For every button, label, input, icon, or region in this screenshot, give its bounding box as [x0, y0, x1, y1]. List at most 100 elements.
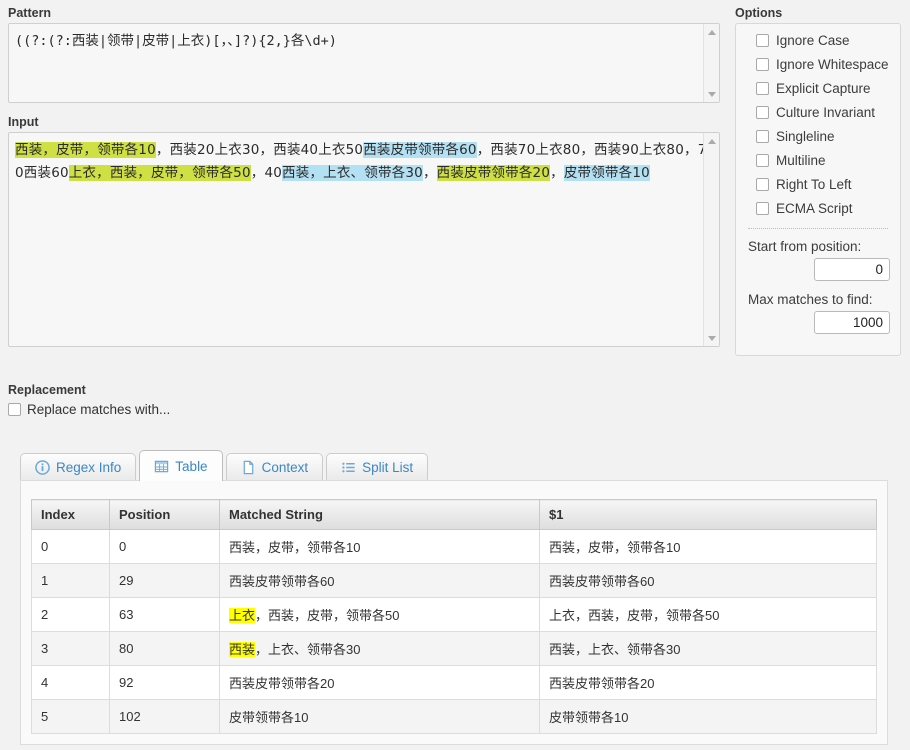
options-divider [748, 228, 888, 229]
cell-group1: 西装皮带领带各60 [539, 563, 877, 598]
table-row[interactable]: 5 102 皮带领带各10 皮带领带各10 [31, 699, 877, 734]
max-matches-input[interactable]: 1000 [814, 311, 890, 334]
matched-string-text: ，西装，皮带，领带各50 [255, 608, 400, 623]
tab-table[interactable]: Table [139, 450, 223, 481]
option-checkbox[interactable] [756, 178, 769, 191]
tab-label: Context [261, 460, 309, 475]
info-icon [35, 460, 50, 475]
cell-matched-string: 上衣，西装，皮带，领带各50 [219, 597, 540, 632]
cell-index: 4 [31, 665, 110, 700]
option-label: Ignore Whitespace [776, 57, 889, 72]
input-match-highlight: 西装皮带领带各20 [436, 165, 551, 181]
scroll-down-icon[interactable] [704, 86, 719, 102]
tab-label: Regex Info [56, 460, 122, 475]
cell-index: 3 [31, 631, 110, 666]
results-panel: Index Position Matched String $1 0 0 西装，皮带… [20, 480, 888, 745]
pattern-textarea[interactable]: ((?:(?:西装|领带|皮带|上衣)[，、]?){2,}各\d+) [8, 23, 720, 103]
cell-matched-string: 西装皮带领带各20 [219, 665, 540, 700]
option-label: Singleline [776, 129, 835, 144]
table-row[interactable]: 2 63 上衣，西装，皮带，领带各50 上衣，西装，皮带，领带各50 [31, 597, 877, 632]
tab-regex-info[interactable]: Regex Info [20, 453, 137, 481]
results-tab-bar: Regex Info Table Context Split List [20, 450, 431, 481]
option-label: Explicit Capture [776, 81, 871, 96]
option-checkbox[interactable] [756, 34, 769, 47]
matched-string-text: 皮带领带各10 [229, 710, 309, 725]
option-row-ignore-whitespace[interactable]: Ignore Whitespace [746, 57, 890, 72]
matched-string-highlight: 上衣 [229, 608, 256, 623]
scroll-up-icon[interactable] [704, 24, 719, 40]
cell-index: 2 [31, 597, 110, 632]
scroll-up-icon[interactable] [704, 133, 719, 149]
option-row-singleline[interactable]: Singleline [746, 129, 890, 144]
table-header-row: Index Position Matched String $1 [31, 499, 877, 530]
options-checkbox-list: Ignore Case Ignore Whitespace Explicit Cap… [746, 33, 890, 216]
cell-position: 92 [109, 665, 220, 700]
table-row[interactable]: 4 92 西装皮带领带各20 西装皮带领带各20 [31, 665, 877, 700]
max-matches-label: Max matches to find: [748, 292, 873, 307]
matched-string-text: ，上衣、领带各30 [255, 642, 361, 657]
replace-matches-checkbox-row[interactable]: Replace matches with... [8, 402, 508, 417]
tab-split-list[interactable]: Split List [326, 453, 429, 481]
matched-string-text: 西装皮带领带各60 [229, 574, 335, 589]
tab-label: Split List [362, 460, 414, 475]
option-checkbox[interactable] [756, 154, 769, 167]
table-row[interactable]: 1 29 西装皮带领带各60 西装皮带领带各60 [31, 563, 877, 598]
start-position-field: Start from position: 0 [746, 239, 890, 281]
input-text-segment: ， [550, 165, 564, 181]
option-row-multiline[interactable]: Multiline [746, 153, 890, 168]
cell-group1: 西装，上衣、领带各30 [539, 631, 877, 666]
option-row-ignore-case[interactable]: Ignore Case [746, 33, 890, 48]
tab-label: Table [175, 458, 208, 474]
column-header-matched-string[interactable]: Matched String [219, 499, 540, 530]
option-label: Multiline [776, 153, 826, 168]
option-checkbox[interactable] [756, 202, 769, 215]
options-panel: Ignore Case Ignore Whitespace Explicit Cap… [735, 23, 901, 356]
option-checkbox[interactable] [756, 82, 769, 95]
option-checkbox[interactable] [756, 106, 769, 119]
replace-matches-checkbox[interactable] [8, 403, 21, 416]
input-textarea[interactable]: 西装，皮带，领带各10，西装20上衣30，西装40上衣50西装皮带领带各60，西… [8, 132, 720, 347]
matched-string-highlight: 西装 [229, 642, 256, 657]
start-position-input[interactable]: 0 [814, 258, 890, 281]
tab-context[interactable]: Context [225, 453, 324, 481]
replacement-section: Replacement Replace matches with... [8, 383, 508, 417]
input-label: Input [8, 115, 39, 129]
editor-column: Pattern ((?:(?:西装|领带|皮带|上衣)[，、]?){2,}各\d… [8, 6, 720, 347]
input-scrollbar[interactable] [703, 133, 719, 346]
cell-group1: 西装，皮带，领带各10 [539, 529, 877, 564]
matched-string-text: 西装皮带领带各20 [229, 676, 335, 691]
table-head: Index Position Matched String $1 [31, 499, 877, 530]
options-label: Options [735, 6, 783, 20]
input-match-highlight: 皮带领带各10 [563, 165, 650, 181]
cell-matched-string: 西装皮带领带各60 [219, 563, 540, 598]
input-text-segment: ，40 [250, 165, 283, 181]
start-position-label: Start from position: [748, 239, 862, 254]
cell-group1: 西装皮带领带各20 [539, 665, 877, 700]
option-row-right-to-left[interactable]: Right To Left [746, 177, 890, 192]
column-header-group1[interactable]: $1 [539, 499, 877, 530]
option-checkbox[interactable] [756, 58, 769, 71]
input-match-highlight: 西装，皮带，领带各10 [15, 142, 156, 158]
cell-position: 80 [109, 631, 220, 666]
pattern-scrollbar[interactable] [703, 24, 719, 102]
column-header-index[interactable]: Index [31, 499, 110, 530]
option-row-explicit-capture[interactable]: Explicit Capture [746, 81, 890, 96]
column-header-position[interactable]: Position [109, 499, 220, 530]
cell-position: 102 [109, 699, 220, 734]
replace-matches-label: Replace matches with... [27, 402, 171, 417]
pattern-label: Pattern [8, 6, 52, 20]
option-label: Right To Left [776, 177, 852, 192]
regex-tester-page: Pattern ((?:(?:西装|领带|皮带|上衣)[，、]?){2,}各\d… [0, 0, 910, 750]
replacement-label: Replacement [8, 383, 86, 397]
option-checkbox[interactable] [756, 130, 769, 143]
scroll-down-icon[interactable] [704, 330, 719, 346]
option-row-culture-invariant[interactable]: Culture Invariant [746, 105, 890, 120]
table-row[interactable]: 3 80 西装，上衣、领带各30 西装，上衣、领带各30 [31, 631, 877, 666]
input-text-segment: ， [422, 165, 437, 181]
cell-index: 1 [31, 563, 110, 598]
table-icon [154, 459, 169, 474]
option-row-ecma-script[interactable]: ECMA Script [746, 201, 890, 216]
table-row[interactable]: 0 0 西装，皮带，领带各10 西装，皮带，领带各10 [31, 529, 877, 564]
input-match-highlight: 西装，上衣、领带各30 [282, 165, 423, 181]
list-icon [341, 460, 356, 475]
